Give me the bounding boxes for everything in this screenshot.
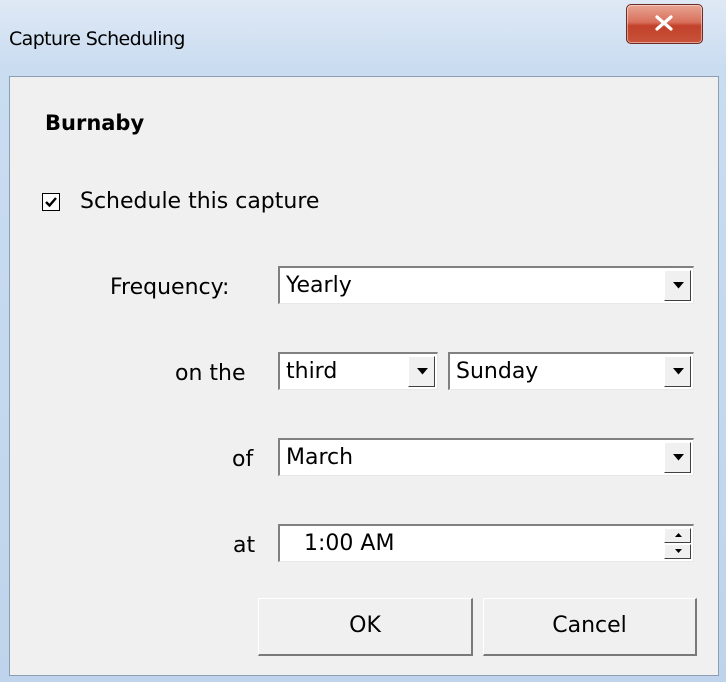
weekday-dropdown[interactable]: Sunday	[448, 352, 694, 390]
close-icon	[655, 15, 673, 31]
ordinal-value: third	[286, 359, 338, 384]
chevron-down-icon	[673, 368, 684, 375]
schedule-capture-checkbox[interactable]	[42, 193, 60, 211]
weekday-dropdown-button[interactable]	[664, 356, 691, 387]
dialog-heading: Burnaby	[45, 111, 145, 135]
weekday-value: Sunday	[456, 359, 539, 384]
close-button[interactable]	[626, 4, 703, 44]
arrow-up-icon	[675, 533, 682, 537]
capture-scheduling-window: Capture Scheduling Burnaby Schedule this…	[0, 0, 726, 682]
time-decrement-button[interactable]	[664, 544, 691, 559]
frequency-dropdown[interactable]: Yearly	[278, 266, 694, 304]
of-label: of	[232, 447, 254, 472]
schedule-capture-label: Schedule this capture	[80, 189, 320, 214]
ok-button[interactable]: OK	[258, 598, 473, 656]
at-label: at	[233, 533, 256, 558]
ordinal-dropdown[interactable]: third	[278, 352, 438, 390]
checkmark-icon	[45, 197, 57, 208]
dialog-body: Burnaby Schedule this capture Frequency:…	[9, 76, 719, 676]
ordinal-dropdown-button[interactable]	[408, 356, 435, 387]
month-dropdown[interactable]: March	[278, 438, 694, 476]
on-the-label: on the	[175, 361, 246, 386]
chevron-down-icon	[673, 454, 684, 461]
time-value[interactable]: 1:00 AM	[304, 531, 394, 556]
arrow-down-icon	[675, 549, 682, 553]
frequency-label: Frequency:	[110, 275, 230, 300]
time-spinner[interactable]: 1:00 AM	[278, 524, 694, 562]
frequency-value: Yearly	[286, 273, 352, 298]
month-dropdown-button[interactable]	[664, 442, 691, 473]
time-spin-buttons	[664, 528, 691, 559]
window-title: Capture Scheduling	[9, 28, 185, 50]
chevron-down-icon	[673, 282, 684, 289]
chevron-down-icon	[417, 368, 428, 375]
cancel-button[interactable]: Cancel	[483, 598, 697, 656]
title-bar[interactable]: Capture Scheduling	[0, 0, 726, 76]
frequency-dropdown-button[interactable]	[664, 270, 691, 301]
month-value: March	[286, 445, 354, 470]
time-increment-button[interactable]	[664, 528, 691, 543]
